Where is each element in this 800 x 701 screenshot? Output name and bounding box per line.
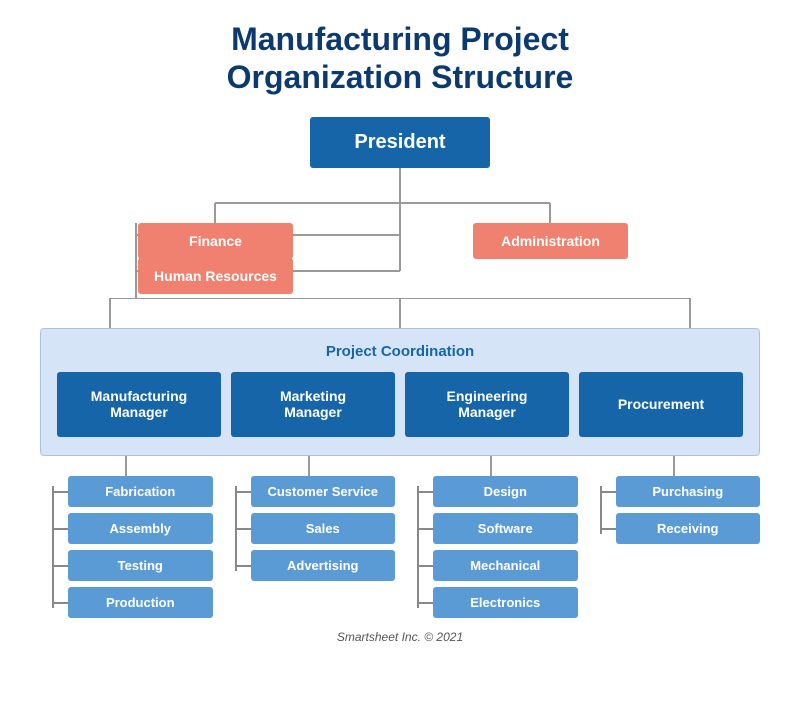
- procurement-children-list: Purchasing Receiving: [588, 476, 761, 544]
- manufacturing-children: Fabrication Assembly Testing Production: [40, 456, 213, 618]
- engineering-manager-node: Engineering Manager: [405, 372, 569, 437]
- procurement-col: Procurement: [579, 372, 743, 437]
- org-chart: President Finance Human R: [20, 117, 780, 644]
- list-item: Testing: [54, 550, 213, 581]
- list-item: Software: [419, 513, 578, 544]
- manufacturing-manager-col: Manufacturing Manager: [57, 372, 221, 437]
- manufacturing-manager-node: Manufacturing Manager: [57, 372, 221, 437]
- project-coord-label: Project Coordination: [57, 343, 743, 360]
- page-title: Manufacturing Project Organization Struc…: [227, 20, 574, 97]
- procurement-children: Purchasing Receiving: [588, 456, 761, 618]
- marketing-children-list: Customer Service Sales Advertising: [223, 476, 396, 581]
- list-item: Fabrication: [54, 476, 213, 507]
- mid-connector: [20, 298, 780, 328]
- title-line2: Organization Structure: [227, 59, 574, 95]
- list-item: Electronics: [419, 587, 578, 618]
- footer: Smartsheet Inc. © 2021: [337, 630, 463, 644]
- top-connectors: Finance Human Resources Administration: [20, 168, 780, 298]
- list-item: Receiving: [602, 513, 761, 544]
- engineering-children-list: Design Software Mechanical Electronics: [405, 476, 578, 618]
- list-item: Customer Service: [237, 476, 396, 507]
- children-section: Fabrication Assembly Testing Production …: [40, 456, 760, 618]
- list-item: Design: [419, 476, 578, 507]
- list-item: Assembly: [54, 513, 213, 544]
- managers-row: Manufacturing Manager Marketing Manager …: [57, 372, 743, 437]
- marketing-children: Customer Service Sales Advertising: [223, 456, 396, 618]
- project-coordination-section: Project Coordination Manufacturing Manag…: [40, 328, 760, 456]
- president-block: President: [310, 117, 490, 168]
- procurement-node: Procurement: [579, 372, 743, 437]
- engineering-children: Design Software Mechanical Electronics: [405, 456, 578, 618]
- marketing-manager-col: Marketing Manager: [231, 372, 395, 437]
- marketing-manager-node: Marketing Manager: [231, 372, 395, 437]
- engineering-manager-col: Engineering Manager: [405, 372, 569, 437]
- list-item: Advertising: [237, 550, 396, 581]
- manufacturing-children-list: Fabrication Assembly Testing Production: [40, 476, 213, 618]
- president-node: President: [310, 117, 490, 168]
- list-item: Mechanical: [419, 550, 578, 581]
- list-item: Purchasing: [602, 476, 761, 507]
- list-item: Sales: [237, 513, 396, 544]
- left-bar-svg: [20, 168, 780, 298]
- list-item: Production: [54, 587, 213, 618]
- title-line1: Manufacturing Project: [231, 21, 569, 57]
